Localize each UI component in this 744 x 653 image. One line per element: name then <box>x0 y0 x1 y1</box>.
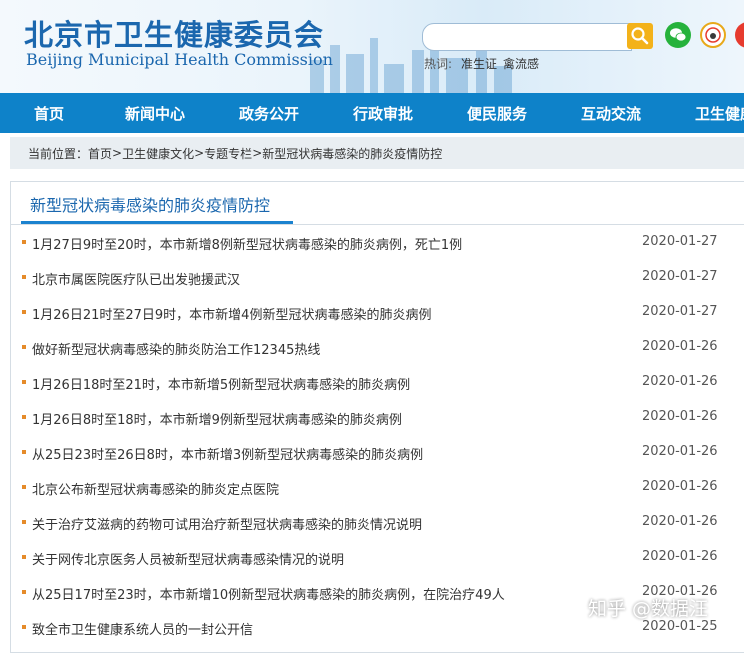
bullet-icon <box>22 275 26 279</box>
panel-header: 新型冠状病毒感染的肺炎疫情防控 <box>11 182 744 225</box>
nav-item-news[interactable]: 新闻中心 <box>98 103 212 124</box>
list-item[interactable]: 1月26日8时至18时，本市新增9例新型冠状病毒感染的肺炎病例 2020-01-2… <box>11 400 744 435</box>
news-date: 2020-01-27 <box>642 269 718 284</box>
nav-item-services[interactable]: 便民服务 <box>440 103 554 124</box>
breadcrumb-prefix: 当前位置： <box>28 146 89 161</box>
list-item[interactable]: 从25日23时至26日8时，本市新增3例新型冠状病毒感染的肺炎病例 2020-01… <box>11 435 744 470</box>
bullet-icon <box>22 240 26 244</box>
logo-english[interactable]: Beijing Municipal Health Commission <box>26 50 333 69</box>
news-title-link[interactable]: 关于治疗艾滋病的药物可试用治疗新型冠状病毒感染的肺炎情况说明 <box>32 514 422 533</box>
list-item[interactable]: 北京公布新型冠状病毒感染的肺炎定点医院 2020-01-26 <box>11 470 744 505</box>
breadcrumb-culture[interactable]: 卫生健康文化 <box>122 145 194 162</box>
bullet-icon <box>22 450 26 454</box>
main-nav: 首页 新闻中心 政务公开 行政审批 便民服务 互动交流 卫生健康 <box>0 93 744 133</box>
bullet-icon <box>22 590 26 594</box>
bullet-icon <box>22 625 26 629</box>
news-date: 2020-01-26 <box>642 444 718 459</box>
news-title-link[interactable]: 1月27日9时至20时，本市新增8例新型冠状病毒感染的肺炎病例，死亡1例 <box>32 234 462 253</box>
news-date: 2020-01-27 <box>642 234 718 249</box>
weibo-icon[interactable] <box>700 22 726 48</box>
wechat-glyph <box>670 28 687 42</box>
list-item[interactable]: 关于治疗艾滋病的药物可试用治疗新型冠状病毒感染的肺炎情况说明 2020-01-26 <box>11 505 744 540</box>
panel-title: 新型冠状病毒感染的肺炎疫情防控 <box>30 196 271 215</box>
news-date: 2020-01-26 <box>642 479 718 494</box>
logo-chinese[interactable]: 北京市卫生健康委员会 <box>24 12 324 54</box>
news-title-link[interactable]: 关于网传北京医务人员被新型冠状病毒感染情况的说明 <box>32 549 344 568</box>
news-panel: 新型冠状病毒感染的肺炎疫情防控 1月27日9时至20时，本市新增8例新型冠状病毒… <box>10 181 744 653</box>
breadcrumb: 当前位置： 首页 > 卫生健康文化 > 专题专栏 > 新型冠状病毒感染的肺炎疫情… <box>10 137 744 169</box>
hot-word-link[interactable]: 禽流感 <box>503 55 539 72</box>
news-date: 2020-01-27 <box>642 304 718 319</box>
news-title-link[interactable]: 北京公布新型冠状病毒感染的肺炎定点医院 <box>32 479 279 498</box>
news-title-link[interactable]: 从25日17时至23时，本市新增10例新型冠状病毒感染的肺炎病例，在院治疗49人 <box>32 584 505 603</box>
news-list: 1月27日9时至20时，本市新增8例新型冠状病毒感染的肺炎病例，死亡1例 2020… <box>11 225 744 645</box>
list-item[interactable]: 做好新型冠状病毒感染的肺炎防治工作12345热线 2020-01-26 <box>11 330 744 365</box>
breadcrumb-separator: > <box>252 146 263 160</box>
weibo-icon-2[interactable] <box>735 22 744 48</box>
news-date: 2020-01-26 <box>642 339 718 354</box>
news-title-link[interactable]: 1月26日18时至21时，本市新增5例新型冠状病毒感染的肺炎病例 <box>32 374 410 393</box>
news-title-link[interactable]: 致全市卫生健康系统人员的一封公开信 <box>32 619 253 638</box>
breadcrumb-separator: > <box>112 146 123 160</box>
news-date: 2020-01-26 <box>642 374 718 389</box>
news-title-link[interactable]: 1月26日21时至27日9时，本市新增4例新型冠状病毒感染的肺炎病例 <box>32 304 431 323</box>
list-item[interactable]: 1月26日21时至27日9时，本市新增4例新型冠状病毒感染的肺炎病例 2020-0… <box>11 295 744 330</box>
bullet-icon <box>22 555 26 559</box>
list-item[interactable]: 北京市属医院医疗队已出发驰援武汉 2020-01-27 <box>11 260 744 295</box>
bullet-icon <box>22 520 26 524</box>
news-date: 2020-01-25 <box>642 619 718 634</box>
news-title-link[interactable]: 做好新型冠状病毒感染的肺炎防治工作12345热线 <box>32 339 320 358</box>
news-title-link[interactable]: 从25日23时至26日8时，本市新增3例新型冠状病毒感染的肺炎病例 <box>32 444 423 463</box>
bullet-icon <box>22 345 26 349</box>
news-title-link[interactable]: 1月26日8时至18时，本市新增9例新型冠状病毒感染的肺炎病例 <box>32 409 402 428</box>
nav-item-government-affairs[interactable]: 政务公开 <box>212 103 326 124</box>
news-date: 2020-01-26 <box>642 409 718 424</box>
bullet-icon <box>22 485 26 489</box>
nav-item-approval[interactable]: 行政审批 <box>326 103 440 124</box>
breadcrumb-current: 新型冠状病毒感染的肺炎疫情防控 <box>262 146 443 161</box>
breadcrumb-special[interactable]: 专题专栏 <box>204 145 252 162</box>
news-date: 2020-01-26 <box>642 514 718 529</box>
search-button[interactable] <box>627 23 653 49</box>
wechat-icon[interactable] <box>665 22 691 48</box>
breadcrumb-separator: > <box>194 146 205 160</box>
search-input[interactable] <box>422 23 632 51</box>
bullet-icon <box>22 380 26 384</box>
bullet-icon <box>22 310 26 314</box>
bullet-icon <box>22 415 26 419</box>
list-item[interactable]: 1月27日9时至20时，本市新增8例新型冠状病毒感染的肺炎病例，死亡1例 2020… <box>11 225 744 260</box>
watermark-text: 知乎 @数据汪 <box>588 598 709 620</box>
weibo-glyph <box>705 27 721 43</box>
news-date: 2020-01-26 <box>642 549 718 564</box>
panel-title-underline <box>21 221 293 224</box>
nav-item-health[interactable]: 卫生健康 <box>668 103 744 124</box>
hot-words-label: 热词: <box>424 57 453 71</box>
nav-item-interaction[interactable]: 互动交流 <box>554 103 668 124</box>
list-item[interactable]: 关于网传北京医务人员被新型冠状病毒感染情况的说明 2020-01-26 <box>11 540 744 575</box>
nav-item-home[interactable]: 首页 <box>0 103 98 124</box>
list-item[interactable]: 1月26日18时至21时，本市新增5例新型冠状病毒感染的肺炎病例 2020-01-… <box>11 365 744 400</box>
news-title-link[interactable]: 北京市属医院医疗队已出发驰援武汉 <box>32 269 240 288</box>
search-icon <box>631 27 649 45</box>
site-header: 北京市卫生健康委员会 Beijing Municipal Health Comm… <box>0 0 744 93</box>
hot-word-link[interactable]: 准生证 <box>461 55 497 72</box>
breadcrumb-home[interactable]: 首页 <box>88 145 112 162</box>
